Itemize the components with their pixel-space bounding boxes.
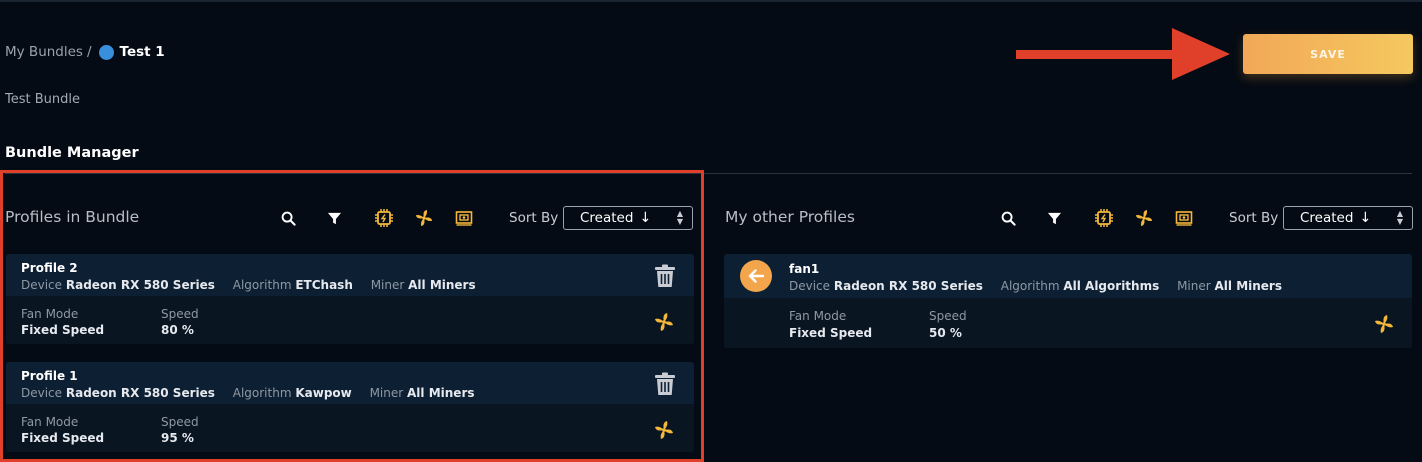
profile-card-body: Fan Mode Fixed Speed Speed 80 % (6, 296, 694, 344)
device-label: Device (21, 386, 63, 400)
cpu-icon[interactable] (375, 209, 393, 227)
profile-card[interactable]: Profile 1 Device Radeon RX 580 Series Al… (6, 362, 694, 452)
algorithm-label: Algorithm (232, 386, 292, 400)
cpu-icon[interactable] (1095, 209, 1113, 227)
left-panel-title: Profiles in Bundle (5, 208, 140, 226)
device-value: Radeon RX 580 Series (833, 279, 983, 293)
profile-card-header: Profile 1 Device Radeon RX 580 Series Al… (6, 362, 694, 404)
miner-value: All Miners (407, 386, 475, 400)
speed-label: Speed (161, 415, 199, 429)
left-sort-value: Created (580, 210, 634, 226)
device-value: Radeon RX 580 Series (65, 386, 215, 400)
profile-name: fan1 (789, 262, 820, 276)
fan-mode-label: Fan Mode (21, 415, 79, 429)
algorithm-value: All Algorithms (1063, 279, 1160, 293)
speed-value: 80 % (161, 323, 194, 337)
save-button[interactable]: SAVE (1243, 34, 1413, 74)
filter-icon[interactable] (325, 209, 343, 227)
annotation-arrow-icon (1016, 28, 1230, 80)
algorithm-label: Algorithm (1000, 279, 1060, 293)
select-updown-icon: ▲ ▼ (676, 209, 683, 226)
algorithm-value: ETChash (295, 278, 353, 292)
breadcrumb-current: Test 1 (119, 44, 165, 60)
section-title: Bundle Manager (5, 145, 139, 161)
fan-mode-value: Fixed Speed (21, 431, 105, 445)
right-sort-value: Created (1300, 210, 1354, 226)
trash-icon[interactable] (654, 372, 676, 396)
speed-label: Speed (929, 309, 967, 323)
profile-card-body: Fan Mode Fixed Speed Speed 50 % (724, 298, 1412, 348)
miner-label: Miner (370, 278, 405, 292)
miner-label: Miner (1177, 279, 1211, 293)
fan-icon[interactable] (654, 312, 674, 332)
fan-icon[interactable] (654, 420, 674, 440)
profile-card-header: Profile 2 Device Radeon RX 580 Series Al… (6, 254, 694, 296)
device-label: Device (789, 279, 831, 293)
fan-mode-value: Fixed Speed (789, 326, 873, 340)
section-divider (5, 173, 1412, 174)
left-sort-by-label: Sort By (509, 210, 559, 226)
breadcrumb-separator: / (86, 44, 92, 60)
profile-meta: Device Radeon RX 580 Series Algorithm Ka… (21, 386, 475, 400)
miner-label: Miner (369, 386, 404, 400)
bundle-description: Test Bundle (5, 92, 80, 107)
speed-label: Speed (161, 307, 199, 321)
select-updown-icon: ▲ ▼ (1396, 209, 1403, 226)
bundle-color-dot (98, 44, 114, 60)
gpu-icon[interactable] (1175, 209, 1193, 227)
miner-value: All Miners (1214, 279, 1283, 293)
profile-card[interactable]: Profile 2 Device Radeon RX 580 Series Al… (6, 254, 694, 344)
filter-icon[interactable] (1045, 209, 1063, 227)
profile-name: Profile 1 (21, 369, 78, 383)
profile-meta: Device Radeon RX 580 Series Algorithm ET… (21, 278, 476, 292)
search-icon[interactable] (279, 209, 297, 227)
fan-mode-value: Fixed Speed (21, 323, 105, 337)
fan-mode-label: Fan Mode (21, 307, 79, 321)
algorithm-label: Algorithm (232, 278, 292, 292)
profile-card-body: Fan Mode Fixed Speed Speed 95 % (6, 404, 694, 452)
profile-name: Profile 2 (21, 261, 78, 275)
miner-value: All Miners (408, 278, 476, 292)
speed-value: 50 % (929, 326, 962, 340)
left-sort-select[interactable]: Created ↓ ▲ ▼ (563, 206, 693, 230)
breadcrumb-root-link[interactable]: My Bundles (5, 44, 83, 60)
device-label: Device (21, 278, 63, 292)
trash-icon[interactable] (654, 264, 676, 288)
right-sort-select[interactable]: Created ↓ ▲ ▼ (1283, 206, 1413, 230)
fan-icon[interactable] (1135, 209, 1153, 227)
fan-icon[interactable] (1374, 314, 1394, 334)
fan-mode-label: Fan Mode (789, 309, 847, 323)
profile-card[interactable]: fan1 Device Radeon RX 580 Series Algorit… (724, 254, 1412, 348)
breadcrumb: My Bundles / Test 1 (5, 44, 165, 60)
search-icon[interactable] (999, 209, 1017, 227)
sort-direction-icon[interactable]: ↓ (1359, 210, 1371, 226)
top-divider (0, 0, 1422, 2)
sort-direction-icon[interactable]: ↓ (639, 210, 651, 226)
right-panel-title: My other Profiles (725, 208, 855, 226)
speed-value: 95 % (161, 431, 194, 445)
profile-card-header: fan1 Device Radeon RX 580 Series Algorit… (724, 254, 1412, 298)
algorithm-value: Kawpow (295, 386, 352, 400)
gpu-icon[interactable] (455, 209, 473, 227)
fan-icon[interactable] (415, 209, 433, 227)
device-value: Radeon RX 580 Series (65, 278, 215, 292)
add-to-bundle-arrow-icon[interactable] (740, 260, 772, 292)
profile-meta: Device Radeon RX 580 Series Algorithm Al… (789, 279, 1282, 293)
right-sort-by-label: Sort By (1229, 210, 1279, 226)
